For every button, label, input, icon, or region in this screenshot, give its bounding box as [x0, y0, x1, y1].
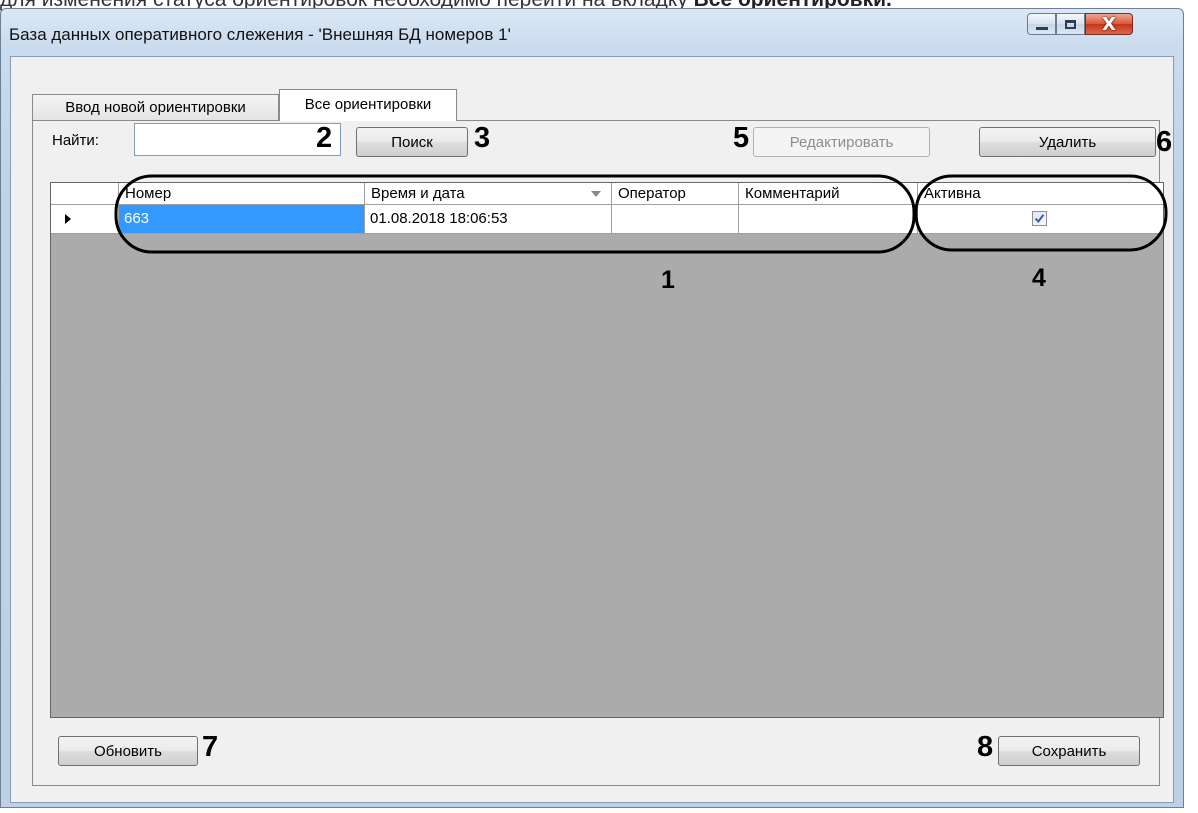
orientations-grid[interactable]: Номер Время и дата Оператор Комментарий … — [50, 182, 1164, 718]
minimize-button[interactable] — [1027, 13, 1056, 35]
row-header[interactable] — [51, 205, 119, 234]
column-header-number[interactable]: Номер — [119, 183, 365, 205]
marker-7: 7 — [202, 731, 219, 763]
grid-corner-header — [51, 183, 119, 205]
tab-all-orientations[interactable]: Все ориентировки — [279, 89, 457, 121]
delete-button[interactable]: Удалить — [979, 127, 1156, 157]
close-button[interactable]: X — [1085, 13, 1133, 35]
cell-number[interactable]: 663 — [119, 205, 365, 234]
marker-2: 2 — [316, 122, 333, 154]
search-label: Найти: — [52, 132, 99, 149]
cell-operator[interactable] — [612, 205, 739, 234]
column-header-operator[interactable]: Оператор — [612, 183, 739, 205]
search-input[interactable] — [134, 123, 341, 156]
current-row-icon — [65, 214, 71, 224]
edit-button[interactable]: Редактировать — [753, 127, 930, 157]
sort-descending-icon — [591, 191, 601, 197]
marker-3: 3 — [474, 122, 491, 154]
minimize-icon — [1035, 26, 1048, 30]
marker-4: 4 — [1032, 264, 1046, 292]
marker-1: 1 — [661, 266, 675, 294]
cell-active[interactable] — [918, 205, 1163, 234]
maximize-button[interactable] — [1056, 13, 1085, 35]
maximize-icon — [1065, 19, 1076, 29]
column-header-comment[interactable]: Комментарий — [739, 183, 918, 205]
window-controls: X — [1027, 13, 1133, 39]
marker-6: 6 — [1156, 126, 1173, 158]
column-header-datetime[interactable]: Время и дата — [365, 183, 612, 205]
close-icon: X — [1102, 13, 1116, 35]
cell-comment[interactable] — [739, 205, 918, 234]
active-checkbox[interactable] — [1032, 211, 1047, 226]
save-button[interactable]: Сохранить — [998, 736, 1140, 766]
refresh-button[interactable]: Обновить — [58, 736, 198, 766]
cell-datetime[interactable]: 01.08.2018 18:06:53 — [365, 205, 612, 234]
search-button[interactable]: Поиск — [356, 127, 468, 157]
marker-8: 8 — [977, 731, 994, 763]
checkmark-icon — [1034, 214, 1045, 224]
column-header-datetime-label: Время и дата — [371, 185, 465, 202]
window-title: База данных оперативного слежения - 'Вне… — [9, 25, 511, 44]
tab-new-orientation[interactable]: Ввод новой ориентировки — [32, 94, 279, 120]
marker-5: 5 — [733, 122, 750, 154]
column-header-active[interactable]: Активна — [918, 183, 1163, 205]
